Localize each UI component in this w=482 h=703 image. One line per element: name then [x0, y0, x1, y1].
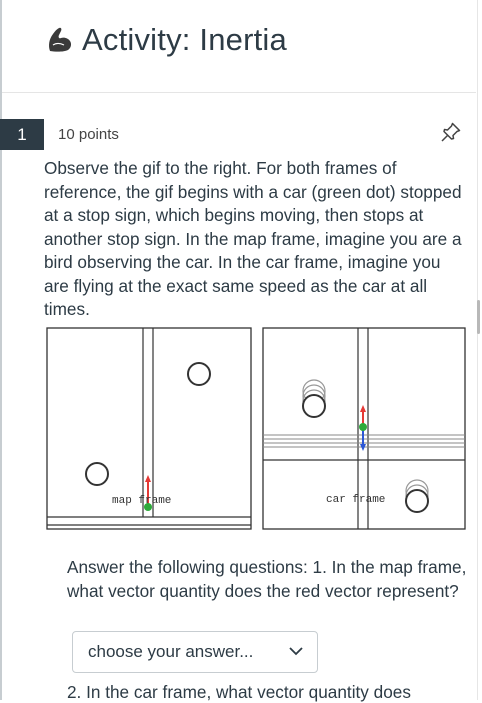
stop-sign-circle — [85, 462, 109, 486]
header-divider — [2, 92, 476, 93]
question-instructions: Answer the following questions: 1. In th… — [67, 557, 467, 601]
car-frame-gif: car frame — [262, 327, 466, 530]
stop-sign-circle — [405, 489, 429, 513]
question-points: 10 points — [58, 126, 119, 143]
pin-icon[interactable] — [440, 121, 462, 143]
answer-dropdown-value: choose your answer... — [88, 642, 254, 661]
stop-sign-circle — [302, 394, 326, 418]
question-number-badge: 1 — [0, 119, 44, 150]
page-title: Activity: Inertia — [82, 22, 287, 57]
answer-dropdown[interactable]: choose your answer... — [72, 631, 318, 673]
scrollbar-thumb[interactable] — [477, 300, 480, 334]
right-border — [477, 0, 478, 700]
question-prompt: Observe the gif to the right. For both f… — [44, 158, 462, 319]
chevron-down-icon — [289, 647, 303, 656]
car-dot — [359, 423, 367, 431]
map-frame-gif: map frame — [46, 327, 252, 530]
flexed-arm-icon — [49, 27, 72, 52]
stop-sign-circle — [187, 362, 211, 386]
page-header: Activity: Inertia — [44, 22, 287, 58]
car-frame-label: car frame — [326, 494, 385, 506]
map-frame-label: map frame — [112, 495, 171, 507]
left-border — [0, 0, 2, 700]
